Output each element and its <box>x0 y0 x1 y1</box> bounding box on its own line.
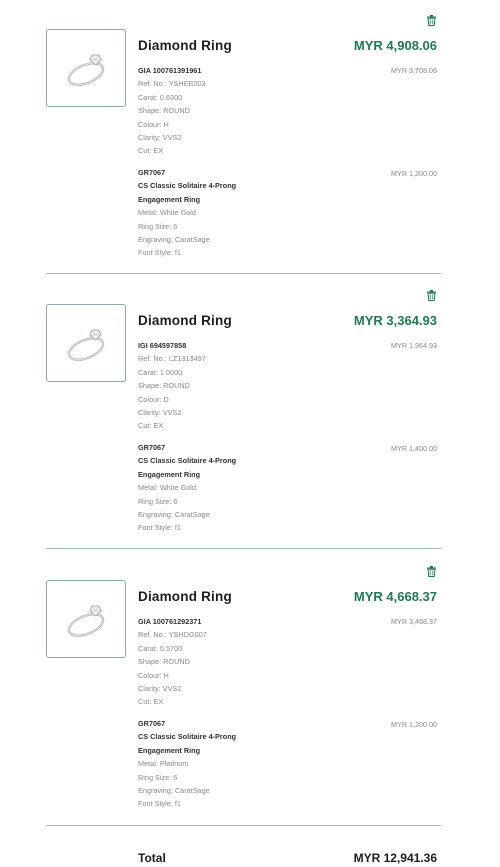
diamond-price: MYR 3,468.37 <box>391 617 437 626</box>
detail-font-style: Font Style: f1 <box>138 799 181 809</box>
item-title: Diamond Ring <box>138 38 232 53</box>
detail-metal: Metal: White Gold <box>138 483 196 493</box>
diamond-details: GIA 100761391961 Ref. No.: YSHEE003 Cara… <box>138 64 358 158</box>
item-title: Diamond Ring <box>138 313 232 328</box>
detail-cut: Cut: EX <box>138 421 164 431</box>
detail-ref: Ref. No.: YSHDG007 <box>138 630 207 640</box>
item-total-price: MYR 4,668.37 <box>353 589 437 604</box>
detail-clarity: Clarity: VVS2 <box>138 407 182 417</box>
detail-shape: Shape: ROUND <box>138 381 190 391</box>
detail-shape: Shape: ROUND <box>138 106 190 116</box>
divider <box>46 273 441 274</box>
diamond-certificate: GIA 100761292371 <box>138 617 202 626</box>
setting-details: GR7067 CS Classic Solitaire 4-Prong Enga… <box>138 441 358 535</box>
diamond-certificate: GIA 100761391961 <box>138 66 202 75</box>
detail-engraving: Engraving: CaratSage <box>138 785 210 795</box>
detail-font-style: Font Style: f1 <box>138 523 181 533</box>
detail-colour: Colour: H <box>138 119 169 129</box>
trash-icon[interactable] <box>426 13 437 26</box>
detail-ref: Ref. No.: YSHEE003 <box>138 79 206 89</box>
detail-engraving: Engraving: CaratSage <box>138 234 210 244</box>
setting-name: CS Classic Solitaire 4-Prong <box>138 181 237 191</box>
detail-ref: Ref. No.: LZ1313497 <box>138 354 206 364</box>
setting-code: GR7067 <box>138 719 166 728</box>
detail-colour: Colour: D <box>138 394 169 404</box>
setting-details: GR7067 CS Classic Solitaire 4-Prong Enga… <box>138 166 358 260</box>
diamond-price: MYR 1,964.93 <box>391 341 437 350</box>
setting-price: MYR 1,200.00 <box>391 169 437 178</box>
setting-details: GR7067 CS Classic Solitaire 4-Prong Enga… <box>138 717 358 811</box>
detail-carat: Carat: 0.5700 <box>138 643 183 653</box>
setting-code: GR7067 <box>138 168 166 177</box>
cart-total-label: Total <box>138 851 166 865</box>
setting-code: GR7067 <box>138 443 166 452</box>
item-total-price: MYR 3,364.93 <box>353 313 437 328</box>
detail-font-style: Font Style: f1 <box>138 248 181 258</box>
detail-cut: Cut: EX <box>138 146 164 156</box>
detail-cut: Cut: EX <box>138 697 164 707</box>
detail-ring-size: Ring Size: 6 <box>138 496 178 506</box>
diamond-price: MYR 3,708.06 <box>391 66 437 75</box>
divider <box>46 548 441 549</box>
setting-price: MYR 1,200.00 <box>391 720 437 729</box>
detail-shape: Shape: ROUND <box>138 657 190 667</box>
setting-price: MYR 1,400.00 <box>391 444 437 453</box>
setting-name: CS Classic Solitaire 4-Prong <box>138 456 237 466</box>
detail-ring-size: Ring Size: 6 <box>138 772 178 782</box>
divider <box>46 825 441 826</box>
trash-icon[interactable] <box>426 564 437 577</box>
ring-image[interactable] <box>46 304 126 382</box>
detail-clarity: Clarity: VVS2 <box>138 683 182 693</box>
detail-metal: Metal: Platinum <box>138 759 189 769</box>
cart-total-value: MYR 12,941.36 <box>353 851 437 865</box>
diamond-certificate: IGI 694597858 <box>138 341 187 350</box>
trash-icon[interactable] <box>426 288 437 301</box>
detail-ring-size: Ring Size: 6 <box>138 221 178 231</box>
setting-name: CS Classic Solitaire 4-Prong <box>138 732 237 742</box>
detail-carat: Carat: 1.0000 <box>138 367 183 377</box>
ring-image[interactable] <box>46 580 126 658</box>
detail-engraving: Engraving: CaratSage <box>138 509 210 519</box>
diamond-details: IGI 694597858 Ref. No.: LZ1313497 Carat:… <box>138 339 358 433</box>
item-total-price: MYR 4,908.06 <box>353 38 437 53</box>
setting-name-cont: Engagement Ring <box>138 194 201 204</box>
ring-image[interactable] <box>46 29 126 107</box>
item-title: Diamond Ring <box>138 589 232 604</box>
diamond-details: GIA 100761292371 Ref. No.: YSHDG007 Cara… <box>138 615 358 709</box>
detail-carat: Carat: 0.6300 <box>138 92 183 102</box>
detail-colour: Colour: H <box>138 670 169 680</box>
detail-clarity: Clarity: VVS2 <box>138 132 182 142</box>
setting-name-cont: Engagement Ring <box>138 469 201 479</box>
setting-name-cont: Engagement Ring <box>138 745 201 755</box>
detail-metal: Metal: White Gold <box>138 208 196 218</box>
